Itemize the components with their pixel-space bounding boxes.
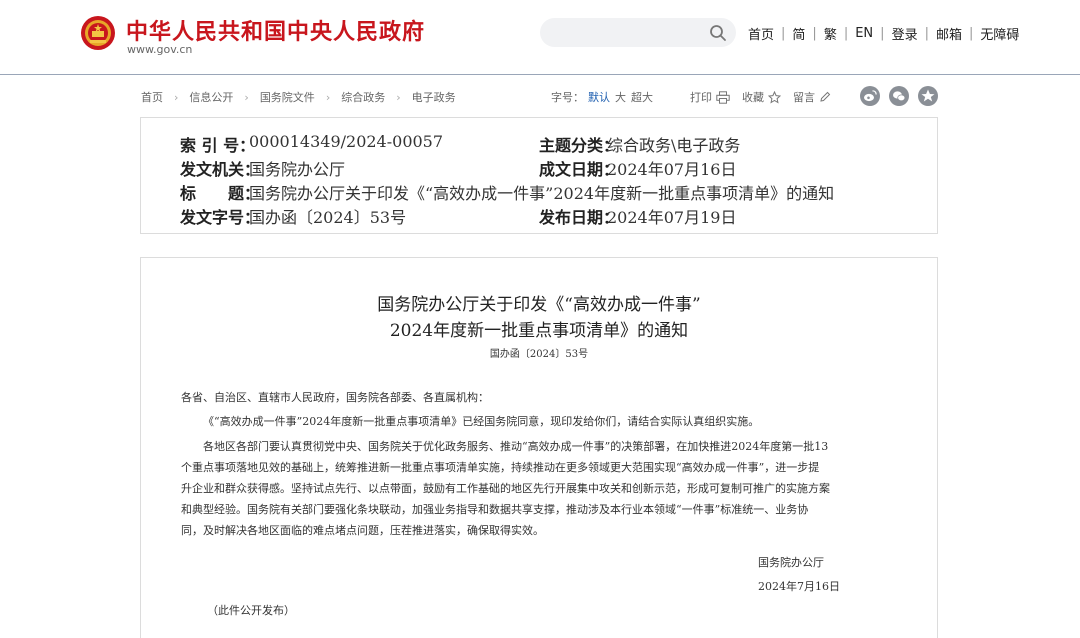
- article-toolbar: 字号： 默认 大 超大 打印 收藏 留言: [551, 89, 843, 105]
- pencil-icon: [820, 91, 831, 102]
- breadcrumb-info-public[interactable]: 信息公开: [189, 89, 233, 105]
- nav-divider: |: [843, 26, 849, 41]
- category-value: 综合政务\电子政务: [607, 136, 741, 155]
- qzone-icon[interactable]: [918, 86, 938, 106]
- nav-divider: |: [880, 26, 885, 41]
- paragraph-2-line: 各地区各部门要认真贯彻党中央、国务院关于优化政务服务、推动“高效办成一件事”的决…: [203, 440, 829, 453]
- top-nav: 首页 | 简 | 繁 | EN | 登录 | 邮箱 | 无障碍: [748, 24, 1019, 43]
- site-domain: www.gov.cn: [127, 43, 193, 56]
- sign-date: 2024年7月16日: [758, 580, 840, 593]
- font-size-xlarge[interactable]: 超大: [631, 89, 653, 105]
- date-written-value: 2024年07月16日: [607, 160, 737, 179]
- font-size-label: 字号：: [551, 91, 584, 104]
- font-size-default[interactable]: 默认: [588, 89, 610, 105]
- paragraph-2-line: 同，及时解决各地区面临的难点堵点问题，压茬推进落实，确保取得实效。: [181, 524, 544, 537]
- paragraph-2-line: 个重点事项落地见效的基础上，统筹推进新一批重点事项清单实施，持续推动在更多领域更…: [181, 461, 820, 474]
- nav-traditional[interactable]: 繁: [824, 24, 837, 43]
- favorite-button[interactable]: 收藏: [742, 89, 781, 105]
- print-label: 打印: [690, 91, 712, 104]
- weibo-icon[interactable]: [860, 86, 880, 106]
- chevron-right-icon: ›: [325, 90, 331, 104]
- paragraph-2-line: 和典型经验。国务院有关部门要强化条块联动，加强业务指导和数据共享支撑，推动涉及本…: [181, 503, 809, 516]
- paragraph-1: 《“高效办成一件事”2024年度新一批重点事项清单》已经国务院同意，现印发给你们…: [203, 415, 760, 428]
- nav-divider: |: [812, 26, 817, 41]
- document-metadata: 索 引 号： 000014349/2024-00057 主题分类： 综合政务\电…: [140, 117, 938, 234]
- national-emblem-icon[interactable]: [80, 14, 116, 52]
- print-button[interactable]: 打印: [690, 89, 730, 105]
- nav-home[interactable]: 首页: [748, 24, 774, 43]
- breadcrumb-e-government[interactable]: 电子政务: [412, 89, 456, 105]
- search-icon[interactable]: [709, 24, 727, 42]
- issuer-label: 发文机关：: [180, 160, 261, 179]
- doc-number-value: 国办函〔2024〕53号: [249, 208, 407, 227]
- publish-date-value: 2024年07月19日: [607, 208, 737, 227]
- signatory: 国务院办公厅: [758, 556, 824, 569]
- comment-label: 留言: [793, 91, 815, 104]
- document-number: 国办函〔2024〕53号: [489, 349, 589, 360]
- wechat-icon[interactable]: [889, 86, 909, 106]
- publication-note: （此件公开发布）: [207, 604, 295, 617]
- nav-login[interactable]: 登录: [892, 24, 918, 43]
- site-header: 中华人民共和国中央人民政府 www.gov.cn 首页 | 简 | 繁 | EN…: [0, 0, 1080, 75]
- chevron-right-icon: ›: [396, 90, 401, 104]
- index-value: 000014349/2024-00057: [249, 132, 444, 151]
- star-icon: [768, 90, 781, 104]
- favorite-label: 收藏: [742, 91, 764, 104]
- issuer-value: 国务院办公厅: [249, 160, 346, 179]
- search-input[interactable]: [540, 18, 736, 47]
- nav-divider: |: [781, 26, 786, 41]
- font-size-large[interactable]: 大: [615, 89, 626, 105]
- nav-simplified[interactable]: 简: [792, 24, 805, 43]
- nav-mail[interactable]: 邮箱: [936, 24, 962, 43]
- breadcrumb: 首页 › 信息公开 › 国务院文件 › 综合政务 › 电子政务: [141, 89, 456, 105]
- print-icon: [716, 90, 730, 104]
- nav-english[interactable]: EN: [855, 26, 873, 41]
- nav-divider: |: [924, 26, 929, 41]
- document-title-line2: 2024年度新一批重点事项清单》的通知: [389, 321, 689, 341]
- title-label: 标 题：: [180, 184, 261, 203]
- breadcrumb-general-affairs[interactable]: 综合政务: [341, 89, 385, 105]
- site-name[interactable]: 中华人民共和国中央人民政府: [126, 14, 425, 46]
- chevron-right-icon: ›: [244, 90, 249, 104]
- chevron-right-icon: ›: [174, 90, 179, 104]
- comment-button[interactable]: 留言: [793, 89, 831, 105]
- salutation: 各省、自治区、直辖市人民政府，国务院各部委、各直属机构：: [181, 391, 489, 404]
- paragraph-2-line: 升企业和群众获得感。坚持试点先行、以点带面，鼓励有工作基础的地区先行开展集中攻关…: [181, 482, 830, 495]
- document-title-line1: 国务院办公厅关于印发《“高效办成一件事”: [377, 295, 701, 315]
- breadcrumb-home[interactable]: 首页: [141, 89, 163, 105]
- breadcrumb-state-council-docs[interactable]: 国务院文件: [260, 89, 315, 105]
- index-label: 索 引 号：: [180, 136, 256, 155]
- document-body: 国务院办公厅关于印发《“高效办成一件事” 2024年度新一批重点事项清单》的通知…: [140, 257, 938, 638]
- title-value: 国务院办公厅关于印发《“高效办成一件事”2024年度新一批重点事项清单》的通知: [249, 184, 835, 203]
- nav-accessibility[interactable]: 无障碍: [980, 24, 1019, 43]
- nav-divider: |: [968, 26, 974, 41]
- doc-number-label: 发文字号：: [180, 208, 261, 227]
